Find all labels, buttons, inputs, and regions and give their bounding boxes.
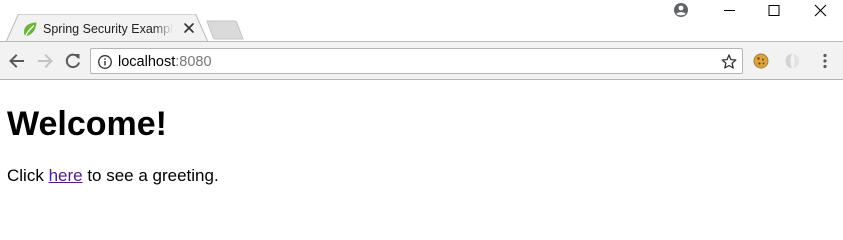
browser-titlebar: Spring Security Example <box>0 0 843 42</box>
greeting-paragraph: Click here to see a greeting. <box>7 166 219 186</box>
paragraph-text-before: Click <box>7 166 49 185</box>
window-close-icon[interactable] <box>797 0 843 22</box>
forward-arrow-icon[interactable] <box>34 50 56 72</box>
url-port: :8080 <box>175 54 212 70</box>
back-arrow-icon[interactable] <box>6 50 28 72</box>
minimize-icon[interactable] <box>706 0 752 22</box>
info-icon[interactable] <box>97 54 113 70</box>
cookie-extension-icon[interactable] <box>750 50 772 72</box>
maximize-icon[interactable] <box>751 0 797 22</box>
browser-toolbar: localhost:8080 <box>0 42 843 80</box>
tab-close-icon[interactable] <box>182 21 196 35</box>
page-content: Welcome! Click here to see a greeting. <box>0 80 843 206</box>
address-bar[interactable]: localhost:8080 <box>90 48 743 74</box>
page-title: Welcome! <box>7 105 167 143</box>
spring-leaf-icon <box>23 22 37 37</box>
profile-icon[interactable] <box>670 0 694 22</box>
menu-kebab-icon[interactable] <box>814 50 836 72</box>
new-tab-button[interactable] <box>206 20 244 40</box>
reload-icon[interactable] <box>62 50 84 72</box>
greeting-link[interactable]: here <box>49 166 83 185</box>
extension-icon[interactable] <box>781 50 803 72</box>
url-host: localhost <box>118 54 176 70</box>
paragraph-text-after: to see a greeting. <box>82 166 219 185</box>
star-icon[interactable] <box>720 53 738 71</box>
browser-tab-active[interactable]: Spring Security Example <box>6 14 208 42</box>
url-text[interactable]: localhost:8080 <box>118 53 212 71</box>
tab-title: Spring Security Example <box>43 22 173 36</box>
